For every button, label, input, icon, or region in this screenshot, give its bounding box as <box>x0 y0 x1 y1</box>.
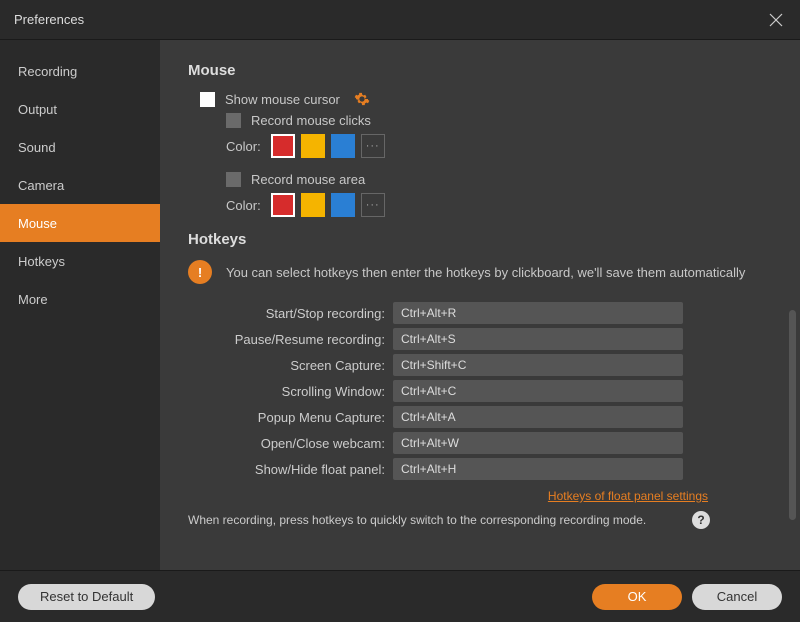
gear-icon[interactable] <box>354 91 370 107</box>
hotkeys-hint: When recording, press hotkeys to quickly… <box>188 513 646 527</box>
hk-input-start[interactable] <box>393 302 683 324</box>
clicks-color-yellow[interactable] <box>301 134 325 158</box>
hk-label-start: Start/Stop recording: <box>188 306 393 321</box>
sidebar-item-mouse[interactable]: Mouse <box>0 204 160 242</box>
hk-label-popup: Popup Menu Capture: <box>188 410 393 425</box>
hk-input-pause[interactable] <box>393 328 683 350</box>
sidebar-item-more[interactable]: More <box>0 280 160 318</box>
reset-button[interactable]: Reset to Default <box>18 584 155 610</box>
cancel-button[interactable]: Cancel <box>692 584 782 610</box>
area-color-red[interactable] <box>271 193 295 217</box>
sidebar: Recording Output Sound Camera Mouse Hotk… <box>0 40 160 570</box>
area-color-yellow[interactable] <box>301 193 325 217</box>
record-area-checkbox[interactable] <box>226 172 241 187</box>
hk-input-float[interactable] <box>393 458 683 480</box>
float-panel-hotkeys-link[interactable]: Hotkeys of float panel settings <box>548 489 708 503</box>
hk-input-popup[interactable] <box>393 406 683 428</box>
window-title: Preferences <box>14 12 84 27</box>
record-area-label: Record mouse area <box>251 172 365 187</box>
show-cursor-checkbox[interactable] <box>200 92 215 107</box>
main-panel: Mouse Show mouse cursor Record mouse cli… <box>160 40 800 570</box>
record-clicks-label: Record mouse clicks <box>251 113 371 128</box>
show-cursor-label: Show mouse cursor <box>225 92 340 107</box>
sidebar-item-hotkeys[interactable]: Hotkeys <box>0 242 160 280</box>
titlebar: Preferences <box>0 0 800 40</box>
hk-input-webcam[interactable] <box>393 432 683 454</box>
hk-input-capture[interactable] <box>393 354 683 376</box>
hk-label-pause: Pause/Resume recording: <box>188 332 393 347</box>
area-color-label: Color: <box>226 198 261 213</box>
clicks-color-red[interactable] <box>271 134 295 158</box>
footer: Reset to Default OK Cancel <box>0 570 800 622</box>
clicks-color-more-button[interactable]: ··· <box>361 134 385 158</box>
close-icon[interactable] <box>766 10 786 30</box>
hk-label-webcam: Open/Close webcam: <box>188 436 393 451</box>
help-icon[interactable]: ? <box>692 511 710 529</box>
hk-label-capture: Screen Capture: <box>188 358 393 373</box>
clicks-color-blue[interactable] <box>331 134 355 158</box>
area-color-more-button[interactable]: ··· <box>361 193 385 217</box>
area-color-blue[interactable] <box>331 193 355 217</box>
record-clicks-checkbox[interactable] <box>226 113 241 128</box>
scrollbar[interactable] <box>789 310 796 520</box>
hk-label-float: Show/Hide float panel: <box>188 462 393 477</box>
sidebar-item-recording[interactable]: Recording <box>0 52 160 90</box>
hk-input-scroll[interactable] <box>393 380 683 402</box>
ok-button[interactable]: OK <box>592 584 682 610</box>
sidebar-item-camera[interactable]: Camera <box>0 166 160 204</box>
info-icon: ! <box>188 260 212 284</box>
sidebar-item-output[interactable]: Output <box>0 90 160 128</box>
sidebar-item-sound[interactable]: Sound <box>0 128 160 166</box>
mouse-heading: Mouse <box>188 62 770 79</box>
clicks-color-label: Color: <box>226 139 261 154</box>
hk-label-scroll: Scrolling Window: <box>188 384 393 399</box>
hotkeys-heading: Hotkeys <box>188 231 770 248</box>
hotkeys-tip: You can select hotkeys then enter the ho… <box>226 265 745 280</box>
